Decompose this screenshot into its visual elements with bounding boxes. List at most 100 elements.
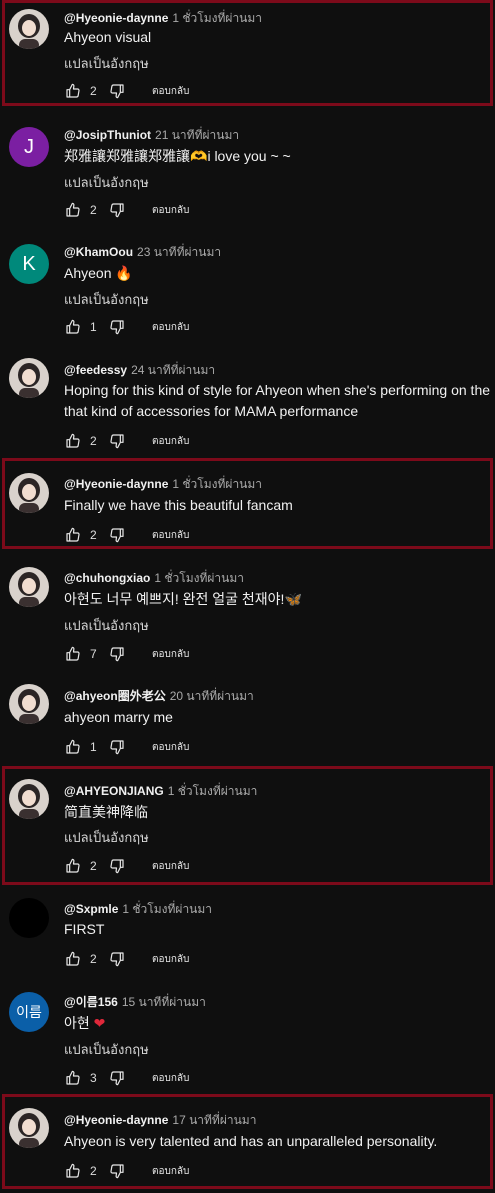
comment-actions: 2 ตอบกลับ bbox=[64, 200, 189, 220]
translate-button[interactable]: แปลเป็นอังกฤษ bbox=[64, 827, 149, 848]
avatar[interactable]: J bbox=[9, 127, 49, 167]
comment-time[interactable]: 1 ชั่วโมงที่ผ่านมา bbox=[172, 477, 262, 491]
comment-text: Ahyeon is very talented and has an unpar… bbox=[64, 1133, 438, 1149]
thumb-down-icon bbox=[109, 202, 125, 218]
comment-author[interactable]: @Sxpmle bbox=[64, 902, 118, 916]
dislike-button[interactable] bbox=[108, 201, 126, 219]
comment-author[interactable]: @ahyeon圈外老公 bbox=[64, 689, 166, 703]
comment-time[interactable]: 17 นาทีที่ผ่านมา bbox=[172, 1113, 256, 1127]
like-button[interactable] bbox=[64, 318, 82, 336]
reply-button[interactable]: ตอบกลับ bbox=[152, 859, 189, 874]
avatar[interactable] bbox=[9, 358, 49, 398]
comment-time[interactable]: 1 ชั่วโมงที่ผ่านมา bbox=[172, 11, 262, 25]
thumb-down-icon bbox=[109, 858, 125, 874]
like-button[interactable] bbox=[64, 82, 82, 100]
dislike-button[interactable] bbox=[108, 645, 126, 663]
comment-item: @Hyeonie-daynne 1 ชั่วโมงที่ผ่านมา Finall… bbox=[0, 458, 495, 549]
reply-button[interactable]: ตอบกลับ bbox=[152, 320, 189, 335]
translate-button[interactable]: แปลเป็นอังกฤษ bbox=[64, 53, 149, 74]
comment-time[interactable]: 23 นาทีที่ผ่านมา bbox=[137, 245, 221, 259]
reply-button[interactable]: ตอบกลับ bbox=[152, 740, 189, 755]
comment-time[interactable]: 24 นาทีที่ผ่านมา bbox=[131, 363, 215, 377]
reply-button[interactable]: ตอบกลับ bbox=[152, 952, 189, 967]
avatar[interactable] bbox=[9, 567, 49, 607]
reply-button[interactable]: ตอบกลับ bbox=[152, 434, 189, 449]
dislike-button[interactable] bbox=[108, 318, 126, 336]
comment-time[interactable]: 1 ชั่วโมงที่ผ่านมา bbox=[168, 784, 258, 798]
user-photo-avatar-icon bbox=[9, 473, 49, 513]
like-button[interactable] bbox=[64, 857, 82, 875]
like-button[interactable] bbox=[64, 950, 82, 968]
user-photo-avatar-icon bbox=[9, 1108, 49, 1148]
comment-header: @ahyeon圈外老公 20 นาทีที่ผ่านมา bbox=[64, 687, 254, 706]
thumb-down-icon bbox=[109, 527, 125, 543]
comment-author[interactable]: @JosipThuniot bbox=[64, 128, 151, 142]
comment-author[interactable]: @Hyeonie-daynne bbox=[64, 11, 168, 25]
like-button[interactable] bbox=[64, 526, 82, 544]
comment-actions: 2 ตอบกลับ bbox=[64, 431, 189, 451]
avatar[interactable]: 이름 bbox=[9, 992, 49, 1032]
dislike-button[interactable] bbox=[108, 432, 126, 450]
translate-button[interactable]: แปลเป็นอังกฤษ bbox=[64, 289, 149, 310]
dislike-button[interactable] bbox=[108, 526, 126, 544]
thumb-up-icon bbox=[65, 527, 81, 543]
dislike-button[interactable] bbox=[108, 1162, 126, 1180]
comment-text: 아현 ❤ bbox=[64, 1012, 495, 1035]
comment-text-main: 郑雅讓郑雅讓郑雅讓 bbox=[64, 148, 190, 164]
dislike-button[interactable] bbox=[108, 82, 126, 100]
thumb-down-icon bbox=[109, 433, 125, 449]
like-button[interactable] bbox=[64, 432, 82, 450]
comment-author[interactable]: @Hyeonie-daynne bbox=[64, 1113, 168, 1127]
reply-button[interactable]: ตอบกลับ bbox=[152, 84, 189, 99]
comment-time[interactable]: 1 ชั่วโมงที่ผ่านมา bbox=[122, 902, 212, 916]
like-button[interactable] bbox=[64, 201, 82, 219]
avatar[interactable] bbox=[9, 473, 49, 513]
comment-text-line-2: that kind of accessories for MAMA perfor… bbox=[64, 403, 359, 419]
thumb-up-icon bbox=[65, 739, 81, 755]
dislike-button[interactable] bbox=[108, 738, 126, 756]
comment-time[interactable]: 20 นาทีที่ผ่านมา bbox=[170, 689, 254, 703]
comment-text: FIRST bbox=[64, 921, 105, 937]
dislike-button[interactable] bbox=[108, 950, 126, 968]
reply-button[interactable]: ตอบกลับ bbox=[152, 528, 189, 543]
like-count: 1 bbox=[90, 320, 97, 334]
comment-header: @AHYEONJIANG 1 ชั่วโมงที่ผ่านมา bbox=[64, 782, 257, 801]
user-photo-avatar-icon bbox=[9, 779, 49, 819]
comment-text: ahyeon marry me bbox=[64, 709, 173, 725]
like-count: 2 bbox=[90, 952, 97, 966]
avatar[interactable] bbox=[9, 1108, 49, 1148]
reply-button[interactable]: ตอบกลับ bbox=[152, 647, 189, 662]
comment-author[interactable]: @chuhongxiao bbox=[64, 571, 150, 585]
like-button[interactable] bbox=[64, 1162, 82, 1180]
comment-text-main: Ahyeon bbox=[64, 265, 112, 281]
like-count: 2 bbox=[90, 859, 97, 873]
comment-author[interactable]: @feedessy bbox=[64, 363, 127, 377]
thumb-down-icon bbox=[109, 83, 125, 99]
reply-button[interactable]: ตอบกลับ bbox=[152, 1164, 189, 1179]
translate-button[interactable]: แปลเป็นอังกฤษ bbox=[64, 1039, 149, 1060]
dislike-button[interactable] bbox=[108, 857, 126, 875]
dislike-button[interactable] bbox=[108, 1069, 126, 1087]
comment-time[interactable]: 15 นาทีที่ผ่านมา bbox=[122, 995, 206, 1009]
comment-time[interactable]: 21 นาทีที่ผ่านมา bbox=[155, 128, 239, 142]
translate-button[interactable]: แปลเป็นอังกฤษ bbox=[64, 615, 149, 636]
like-button[interactable] bbox=[64, 1069, 82, 1087]
comment-time[interactable]: 1 ชั่วโมงที่ผ่านมา bbox=[154, 571, 244, 585]
translate-button[interactable]: แปลเป็นอังกฤษ bbox=[64, 172, 149, 193]
avatar[interactable]: K bbox=[9, 244, 49, 284]
avatar[interactable] bbox=[9, 779, 49, 819]
comment-author[interactable]: @AHYEONJIANG bbox=[64, 784, 164, 798]
avatar[interactable] bbox=[9, 9, 49, 49]
comment-author[interactable]: @이름156 bbox=[64, 995, 118, 1009]
reply-button[interactable]: ตอบกลับ bbox=[152, 203, 189, 218]
avatar[interactable] bbox=[9, 684, 49, 724]
thumb-down-icon bbox=[109, 1070, 125, 1086]
comment-item: J @JosipThuniot 21 นาทีที่ผ่านมา 郑雅讓郑雅讓郑雅… bbox=[0, 120, 495, 226]
comment-author[interactable]: @KhamOou bbox=[64, 245, 133, 259]
like-button[interactable] bbox=[64, 645, 82, 663]
reply-button[interactable]: ตอบกลับ bbox=[152, 1071, 189, 1086]
comment-author[interactable]: @Hyeonie-daynne bbox=[64, 477, 168, 491]
avatar[interactable] bbox=[9, 898, 49, 938]
like-button[interactable] bbox=[64, 738, 82, 756]
comment-item: @ahyeon圈外老公 20 นาทีที่ผ่านมา ahyeon marry… bbox=[0, 680, 495, 762]
